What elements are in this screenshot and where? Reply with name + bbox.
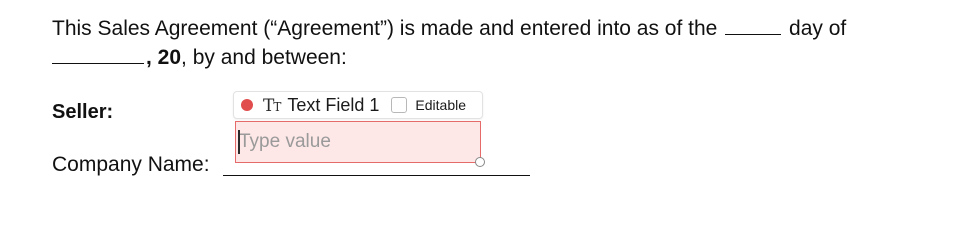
text-field-box[interactable] [235, 121, 481, 163]
company-name-line [223, 175, 530, 176]
year-prefix: 20 [157, 46, 182, 69]
agreement-date-line: , 20, by and between: [52, 45, 347, 71]
field-status-dot [241, 99, 253, 111]
company-name-label: Company Name: [52, 153, 210, 176]
agreement-intro-line: This Sales Agreement (“Agreement”) is ma… [52, 16, 846, 42]
between-text: , by and between: [181, 46, 347, 69]
editable-label[interactable]: Editable [415, 97, 466, 113]
month-blank [52, 45, 144, 64]
day-of-text: day of [789, 17, 847, 40]
intro-text: This Sales Agreement (“Agreement”) is ma… [52, 17, 718, 40]
day-blank [725, 16, 782, 35]
field-name[interactable]: Text Field 1 [287, 95, 379, 115]
field-toolbar: TT Text Field 1 Editable [233, 91, 483, 119]
editable-checkbox[interactable] [391, 97, 408, 113]
text-field-icon: TT [263, 95, 282, 116]
text-field-input[interactable] [239, 130, 475, 154]
resize-handle[interactable] [475, 157, 485, 167]
seller-label: Seller: [52, 101, 114, 123]
document-page: This Sales Agreement (“Agreement”) is ma… [0, 0, 960, 200]
text-cursor [238, 130, 240, 154]
